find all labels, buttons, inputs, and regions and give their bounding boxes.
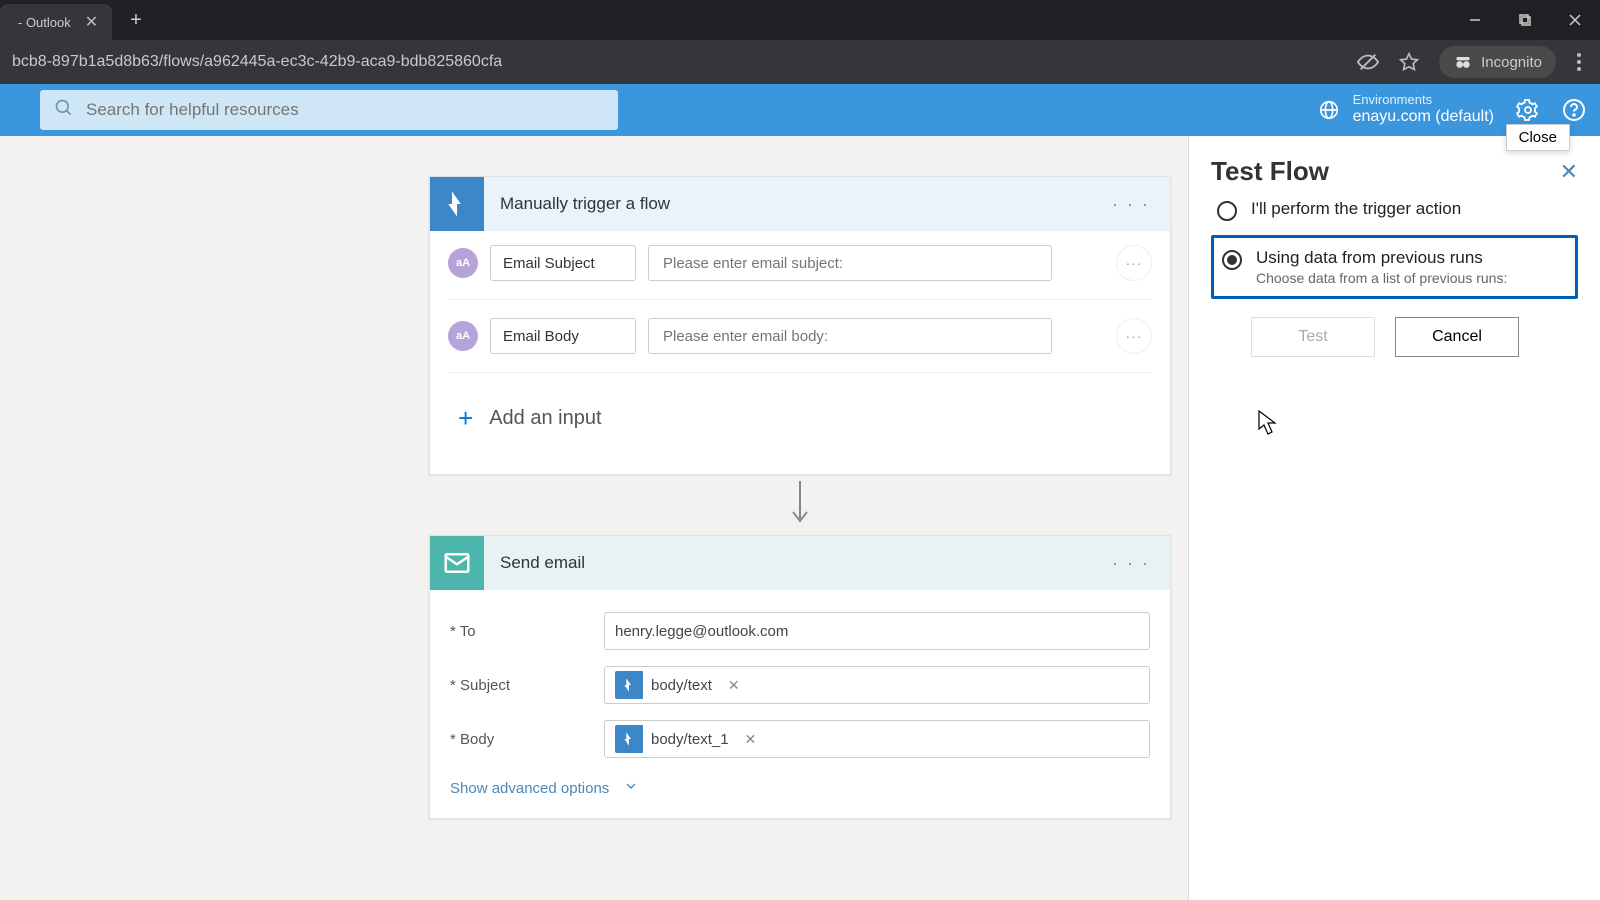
token-remove-icon[interactable]: ✕ <box>720 677 748 694</box>
field-row-subject: * Subject body/text ✕ <box>450 658 1150 712</box>
bookmark-star-icon[interactable] <box>1399 52 1419 72</box>
token-remove-icon[interactable]: ✕ <box>737 731 765 748</box>
input-value-field[interactable] <box>648 318 1052 354</box>
add-input-button[interactable]: + Add an input <box>448 381 1152 456</box>
input-row-menu[interactable]: ··· <box>1116 318 1152 354</box>
search-box[interactable] <box>40 90 618 130</box>
action-card-header[interactable]: Send email · · · <box>430 536 1170 590</box>
radio-label: I'll perform the trigger action <box>1251 199 1461 219</box>
chevron-down-icon <box>623 778 639 798</box>
address-bar[interactable]: bcb8-897b1a5d8b63/flows/a962445a-ec3c-42… <box>8 53 1357 71</box>
action-card-menu[interactable]: · · · <box>1092 553 1170 574</box>
app-header: Environments enayu.com (default) Close <box>0 84 1600 136</box>
trigger-icon <box>430 177 484 231</box>
add-input-label: Add an input <box>489 407 601 430</box>
new-tab-button[interactable]: + <box>112 9 160 32</box>
input-name-field[interactable]: Email Body <box>490 318 636 354</box>
token-flow-icon <box>615 725 643 753</box>
trigger-card-menu[interactable]: · · · <box>1092 194 1170 215</box>
help-icon[interactable] <box>1562 98 1586 122</box>
radio-option-manual[interactable]: I'll perform the trigger action <box>1211 187 1578 233</box>
trigger-title: Manually trigger a flow <box>484 194 1092 214</box>
test-button[interactable]: Test <box>1251 317 1375 357</box>
divider <box>448 299 1152 300</box>
close-tooltip: Close <box>1506 124 1570 151</box>
action-card: Send email · · · * To henry.legge@outloo… <box>429 535 1171 819</box>
browser-address-row: bcb8-897b1a5d8b63/flows/a962445a-ec3c-42… <box>0 40 1600 84</box>
search-input[interactable] <box>86 100 604 120</box>
panel-title: Test Flow <box>1211 156 1329 187</box>
field-label: Subject <box>460 677 510 694</box>
field-row-body: * Body body/text_1 ✕ <box>450 712 1150 766</box>
field-label: To <box>460 623 476 640</box>
token-text: body/text_1 <box>643 731 737 748</box>
tab-close-icon[interactable]: ✕ <box>85 12 98 32</box>
panel-close-icon[interactable]: ✕ <box>1560 159 1578 185</box>
action-title: Send email <box>484 553 1092 573</box>
browser-menu-icon[interactable] <box>1576 52 1582 72</box>
browser-tab[interactable]: - Outlook ✕ <box>0 4 112 40</box>
to-value: henry.legge@outlook.com <box>615 623 788 640</box>
test-flow-panel: Test Flow ✕ I'll perform the trigger act… <box>1188 136 1600 900</box>
environment-icon <box>1317 98 1341 122</box>
dynamic-content-token[interactable]: body/text ✕ <box>615 671 748 699</box>
radio-icon <box>1222 250 1242 270</box>
input-name-field[interactable]: Email Subject <box>490 245 636 281</box>
tab-title: - Outlook <box>18 15 71 30</box>
trigger-input-row: aA Email Body ··· <box>448 308 1152 364</box>
text-type-icon: aA <box>448 321 478 351</box>
input-row-menu[interactable]: ··· <box>1116 245 1152 281</box>
input-value-field[interactable] <box>648 245 1052 281</box>
window-close-button[interactable] <box>1550 0 1600 40</box>
incognito-label: Incognito <box>1481 54 1542 71</box>
field-row-to: * To henry.legge@outlook.com <box>450 604 1150 658</box>
radio-option-previous-runs[interactable]: Using data from previous runs Choose dat… <box>1211 235 1578 299</box>
environment-picker[interactable]: Environments enayu.com (default) <box>1317 93 1494 126</box>
minimize-button[interactable] <box>1450 0 1500 40</box>
body-field[interactable]: body/text_1 ✕ <box>604 720 1150 758</box>
radio-label: Using data from previous runs <box>1256 248 1507 268</box>
window-controls <box>1450 0 1600 40</box>
send-email-icon <box>430 536 484 590</box>
show-advanced-label: Show advanced options <box>450 780 609 797</box>
trigger-input-row: aA Email Subject ··· <box>448 235 1152 291</box>
incognito-icon <box>1453 52 1473 72</box>
environment-label: Environments <box>1353 93 1494 108</box>
settings-gear-icon[interactable] <box>1516 98 1540 122</box>
subject-field[interactable]: body/text ✕ <box>604 666 1150 704</box>
radio-icon <box>1217 201 1237 221</box>
cancel-button[interactable]: Cancel <box>1395 317 1519 357</box>
search-icon <box>54 98 74 123</box>
browser-tab-strip: - Outlook ✕ + <box>0 0 1600 40</box>
to-field[interactable]: henry.legge@outlook.com <box>604 612 1150 650</box>
show-advanced-toggle[interactable]: Show advanced options <box>450 766 1150 798</box>
field-label: Body <box>460 731 494 748</box>
trigger-card-header[interactable]: Manually trigger a flow · · · <box>430 177 1170 231</box>
dynamic-content-token[interactable]: body/text_1 ✕ <box>615 725 764 753</box>
token-text: body/text <box>643 677 720 694</box>
plus-icon: + <box>458 403 473 434</box>
text-type-icon: aA <box>448 248 478 278</box>
tracking-off-icon[interactable] <box>1357 51 1379 73</box>
trigger-card: Manually trigger a flow · · · aA Email S… <box>429 176 1171 475</box>
designer-canvas-area: Manually trigger a flow · · · aA Email S… <box>0 136 1600 900</box>
token-flow-icon <box>615 671 643 699</box>
environment-value: enayu.com (default) <box>1353 108 1494 126</box>
radio-sublabel: Choose data from a list of previous runs… <box>1256 270 1507 286</box>
maximize-button[interactable] <box>1500 0 1550 40</box>
flow-arrow-connector[interactable] <box>429 475 1171 535</box>
divider <box>448 372 1152 373</box>
incognito-indicator[interactable]: Incognito <box>1439 46 1556 78</box>
